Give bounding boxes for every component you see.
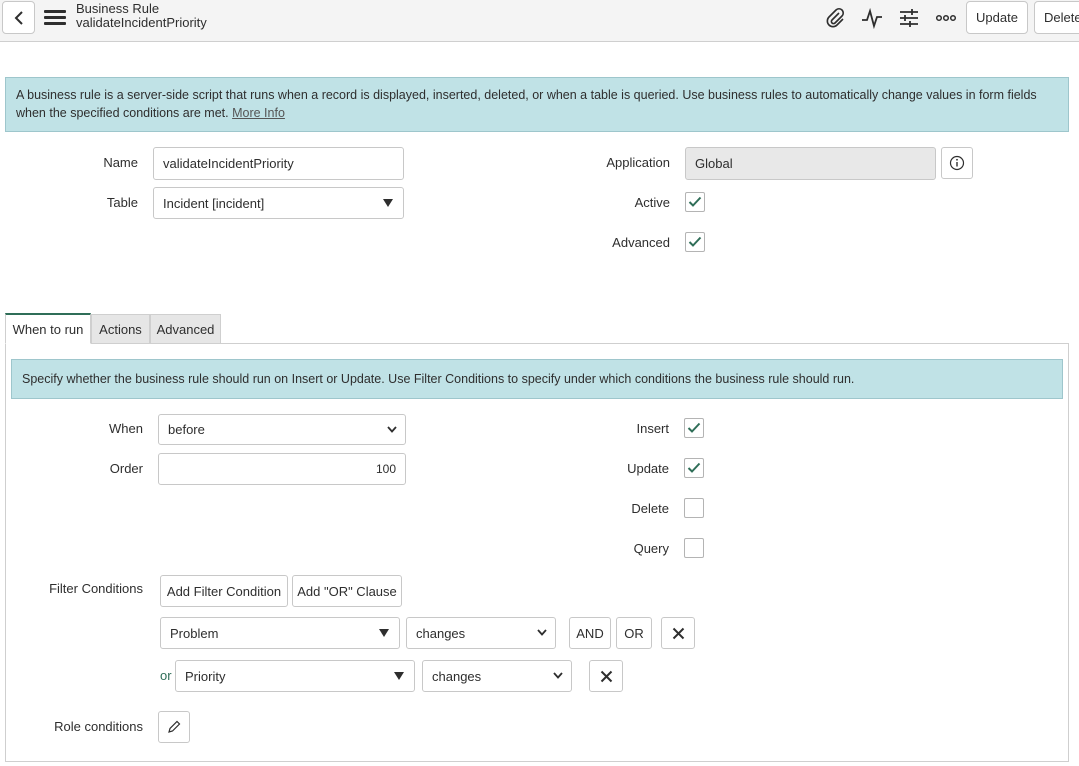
advanced-checkbox[interactable]	[685, 232, 705, 252]
query-label: Query	[633, 541, 669, 556]
add-or-clause-button[interactable]: Add "OR" Clause	[292, 575, 402, 607]
condition-field-select[interactable]: Problem	[160, 617, 400, 649]
delete-checkbox[interactable]	[684, 498, 704, 518]
or-button[interactable]: OR	[616, 617, 652, 649]
business-rule-info-box: A business rule is a server-side script …	[5, 77, 1069, 132]
or-prefix-label: or	[160, 668, 172, 683]
update-label: Update	[627, 461, 669, 476]
application-field: Global	[685, 147, 936, 180]
tab-when-to-run[interactable]: When to run	[5, 313, 91, 344]
info-circle-icon	[949, 155, 965, 171]
add-filter-condition-button[interactable]: Add Filter Condition	[160, 575, 288, 607]
when-label: When	[109, 421, 143, 436]
remove-condition-button[interactable]	[589, 660, 623, 692]
table-select[interactable]: Incident [incident]	[153, 187, 404, 219]
order-label: Order	[109, 461, 143, 476]
order-input[interactable]: 100	[158, 453, 406, 485]
tab-actions[interactable]: Actions	[91, 314, 150, 343]
condition-field-value: Problem	[170, 625, 219, 641]
form-title-record: validateIncidentPriority	[76, 15, 207, 30]
info-text: A business rule is a server-side script …	[16, 88, 1037, 120]
name-label: Name	[103, 155, 138, 170]
insert-label: Insert	[636, 421, 669, 436]
back-icon	[14, 10, 23, 25]
role-conditions-label: Role conditions	[54, 719, 143, 734]
application-label: Application	[606, 155, 670, 170]
active-checkbox[interactable]	[685, 192, 705, 212]
tab-advanced[interactable]: Advanced	[150, 314, 221, 343]
name-input[interactable]: validateIncidentPriority	[153, 147, 404, 180]
back-button[interactable]	[2, 1, 35, 34]
table-value: Incident [incident]	[163, 195, 265, 211]
filter-conditions-label: Filter Conditions	[49, 581, 143, 596]
and-button[interactable]: AND	[569, 617, 611, 649]
chevron-down-icon	[553, 672, 563, 679]
edit-role-conditions-button[interactable]	[158, 711, 190, 743]
update-button[interactable]: Update	[966, 1, 1028, 34]
delete-button[interactable]: Delete	[1034, 1, 1079, 34]
activity-icon[interactable]	[859, 5, 885, 31]
paperclip-icon[interactable]	[822, 5, 848, 31]
checkmark-icon	[688, 196, 702, 207]
hamburger-menu-icon[interactable]	[44, 10, 66, 26]
close-icon	[600, 670, 612, 682]
pencil-icon	[168, 720, 181, 733]
when-value: before	[168, 422, 205, 437]
checkmark-icon	[687, 422, 701, 433]
application-info-button[interactable]	[941, 147, 973, 179]
dropdown-arrow-icon	[379, 629, 389, 637]
when-to-run-panel	[5, 343, 1069, 762]
delete-label: Delete	[631, 501, 669, 516]
dropdown-arrow-icon	[394, 672, 404, 680]
more-options-icon[interactable]	[933, 5, 959, 31]
when-to-run-info-box: Specify whether the business rule should…	[11, 359, 1063, 399]
when-select[interactable]: before	[158, 414, 406, 445]
table-label: Table	[106, 195, 138, 210]
condition-operator-select[interactable]: changes	[406, 617, 556, 649]
dropdown-arrow-icon	[383, 199, 393, 207]
form-title-type: Business Rule	[76, 1, 160, 16]
form-title: Business Rule validateIncidentPriority	[76, 2, 207, 30]
query-checkbox[interactable]	[684, 538, 704, 558]
chevron-down-icon	[387, 425, 397, 433]
remove-condition-button[interactable]	[661, 617, 695, 649]
checkmark-icon	[687, 462, 701, 473]
insert-checkbox[interactable]	[684, 418, 704, 438]
active-label: Active	[634, 195, 670, 210]
condition-operator-value: changes	[416, 625, 466, 641]
close-icon	[672, 627, 684, 639]
condition-field-value: Priority	[185, 668, 226, 684]
condition-operator-value: changes	[432, 668, 482, 684]
advanced-label: Advanced	[612, 235, 670, 250]
condition-field-select[interactable]: Priority	[175, 660, 415, 692]
condition-operator-select[interactable]: changes	[422, 660, 572, 692]
sliders-icon[interactable]	[896, 5, 922, 31]
update-checkbox[interactable]	[684, 458, 704, 478]
checkmark-icon	[688, 236, 702, 247]
more-info-link[interactable]: More Info	[232, 106, 285, 120]
chevron-down-icon	[537, 629, 547, 636]
